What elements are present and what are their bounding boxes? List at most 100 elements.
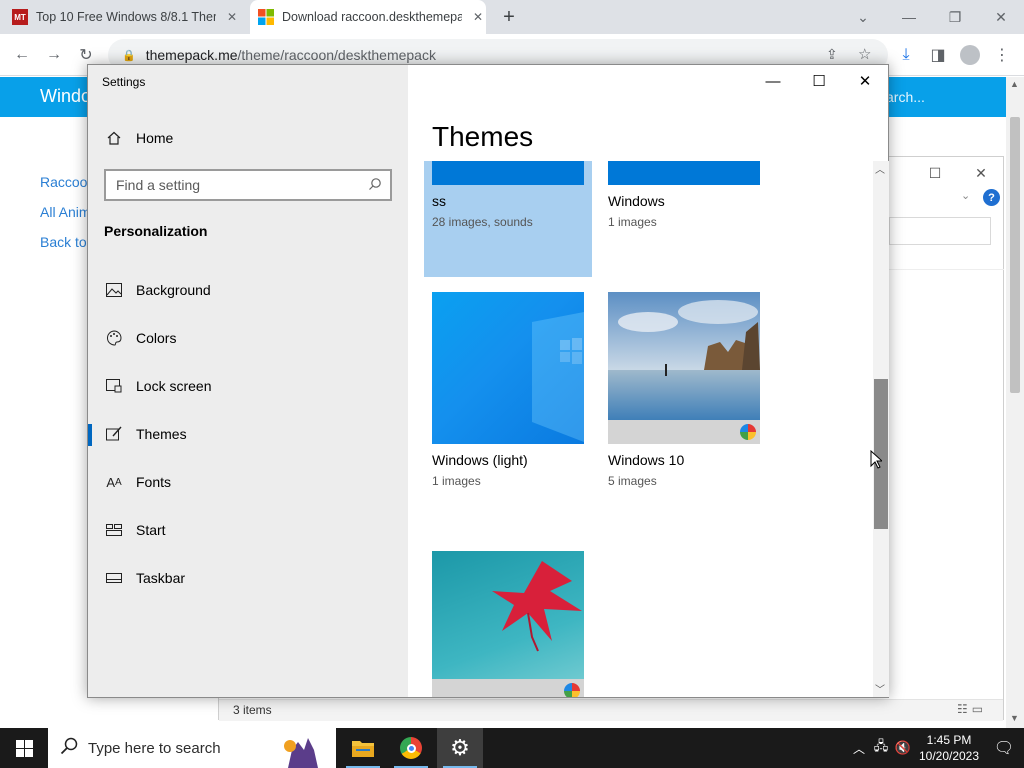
- menu-kebab-icon[interactable]: ⋮: [990, 43, 1014, 67]
- new-tab-button[interactable]: +: [498, 7, 520, 29]
- nav-taskbar[interactable]: Taskbar: [88, 558, 408, 598]
- page-title: Themes: [432, 121, 534, 152]
- explorer-search-box[interactable]: [889, 217, 991, 245]
- close-icon[interactable]: ✕: [961, 161, 1001, 185]
- mt-icon: MT: [12, 9, 28, 25]
- file-explorer-taskbar-app[interactable]: [340, 728, 386, 768]
- taskbar-search-box[interactable]: Type here to search: [48, 728, 336, 768]
- chrome-taskbar-app[interactable]: [388, 728, 434, 768]
- flower-wallpaper: [432, 561, 584, 697]
- tab-title: Top 10 Free Windows 8/8.1 Theme: [36, 10, 216, 24]
- nav-label: Taskbar: [136, 570, 186, 586]
- close-tab-icon[interactable]: ✕: [470, 9, 486, 25]
- theme-count: 1 images: [608, 215, 657, 229]
- maximize-icon[interactable]: ☐: [915, 161, 955, 185]
- back-arrow-icon[interactable]: ←: [10, 43, 34, 67]
- theme-count: 28 images, sounds: [432, 215, 533, 229]
- theme-thumbnail: [608, 161, 760, 185]
- site-brand[interactable]: Windo: [40, 86, 91, 107]
- browser-tab[interactable]: MT Top 10 Free Windows 8/8.1 Theme ✕: [12, 0, 248, 34]
- tab-search-chevron-icon[interactable]: ⌄: [840, 0, 886, 34]
- color-wheel-icon: [740, 424, 756, 440]
- theme-thumbnail: [608, 292, 760, 444]
- nav-colors[interactable]: Colors: [88, 318, 408, 358]
- notifications-icon[interactable]: 🗨: [984, 738, 1024, 758]
- side-panel-icon[interactable]: ◨: [926, 43, 950, 67]
- beach-wallpaper: [608, 292, 760, 444]
- palette-icon: [104, 328, 124, 348]
- url-path: /theme/raccoon/deskthemepack: [237, 47, 436, 63]
- browser-tab-active[interactable]: Download raccoon.deskthemepack ✕: [250, 0, 486, 34]
- settings-nav-pane: Settings Home Find a setting Personaliza…: [88, 65, 408, 697]
- scrollbar-thumb[interactable]: [1010, 117, 1020, 393]
- clock[interactable]: 1:45 PM 10/20/2023: [914, 732, 984, 764]
- theme-tile[interactable]: Windows (light) 1 images: [432, 292, 592, 492]
- themes-scrollbar[interactable]: ︿ ﹀: [873, 161, 889, 697]
- tab-title: Download raccoon.deskthemepack: [282, 10, 462, 24]
- color-wheel-icon: [564, 683, 580, 697]
- page-scrollbar[interactable]: ▲ ▼: [1006, 77, 1024, 728]
- profile-avatar-icon[interactable]: [958, 43, 982, 67]
- nav-themes[interactable]: Themes: [88, 414, 408, 454]
- nav-label: Home: [136, 130, 174, 146]
- start-icon: [104, 520, 124, 540]
- nav-label: Start: [136, 522, 166, 538]
- nav-start[interactable]: Start: [88, 510, 408, 550]
- theme-thumbnail: [432, 551, 584, 697]
- minimize-button[interactable]: —: [886, 0, 932, 34]
- scroll-down-icon[interactable]: ﹀: [875, 681, 885, 696]
- find-setting-input[interactable]: Find a setting: [104, 169, 392, 201]
- nav-fonts[interactable]: AA Fonts: [88, 462, 408, 502]
- windows-light-wallpaper: [532, 312, 584, 442]
- theme-tile-selected[interactable]: ss 28 images, sounds: [424, 161, 592, 277]
- item-count: 3 items: [233, 703, 272, 717]
- close-window-button[interactable]: ✕: [978, 0, 1024, 34]
- theme-name: Windows: [608, 193, 665, 209]
- site-search[interactable]: arch...: [886, 89, 925, 105]
- gear-icon: ⚙: [450, 735, 470, 760]
- section-label: Personalization: [104, 223, 208, 239]
- status-bar: 3 items: [219, 699, 1003, 721]
- bookmark-star-icon[interactable]: ☆: [858, 45, 871, 63]
- mouse-cursor-icon: [870, 450, 882, 469]
- settings-taskbar-app[interactable]: ⚙: [437, 728, 483, 768]
- page-link[interactable]: Raccoo: [40, 174, 87, 190]
- chrome-icon: [400, 737, 422, 759]
- chevron-up-icon[interactable]: ︿: [848, 740, 870, 757]
- nav-label: Themes: [136, 426, 187, 442]
- theme-tile[interactable]: Windows 10 5 images: [608, 292, 768, 492]
- network-icon[interactable]: 🖧: [870, 737, 892, 759]
- theme-tile[interactable]: [432, 551, 592, 697]
- minimize-button[interactable]: —: [750, 65, 796, 97]
- scroll-up-icon[interactable]: ︿: [875, 161, 885, 176]
- start-button[interactable]: [0, 728, 48, 768]
- theme-tile[interactable]: Windows 1 images: [608, 161, 768, 277]
- view-toggle-icons[interactable]: ☷▭: [957, 702, 987, 716]
- close-tab-icon[interactable]: ✕: [224, 9, 240, 25]
- lock-icon: 🔒: [122, 49, 136, 62]
- maximize-button[interactable]: ☐: [796, 65, 842, 97]
- nav-label: Lock screen: [136, 378, 212, 394]
- help-icon[interactable]: ?: [983, 189, 1000, 206]
- theme-thumbnail: [432, 292, 584, 444]
- search-icon: [368, 177, 382, 194]
- theme-count: 5 images: [608, 474, 657, 488]
- theme-name: Windows 10: [608, 452, 685, 468]
- restore-button[interactable]: ❐: [932, 0, 978, 34]
- page-link[interactable]: All Anim: [40, 204, 91, 220]
- scroll-up-icon[interactable]: ▲: [1010, 79, 1019, 89]
- share-icon[interactable]: ⇪: [826, 46, 838, 63]
- volume-muted-icon[interactable]: 🔇: [892, 740, 914, 756]
- chevron-down-icon[interactable]: ⌄: [961, 189, 970, 202]
- forward-arrow-icon[interactable]: →: [42, 43, 66, 67]
- page-link[interactable]: Back to: [40, 234, 87, 250]
- nav-background[interactable]: Background: [88, 270, 408, 310]
- download-icon[interactable]: ⤓: [894, 43, 918, 67]
- taskbar-icon: [104, 568, 124, 588]
- nav-lock-screen[interactable]: Lock screen: [88, 366, 408, 406]
- scroll-down-icon[interactable]: ▼: [1010, 713, 1019, 723]
- close-button[interactable]: ✕: [842, 65, 888, 97]
- nav-label: Colors: [136, 330, 177, 346]
- nav-home[interactable]: Home: [88, 118, 408, 158]
- theme-count: 1 images: [432, 474, 481, 488]
